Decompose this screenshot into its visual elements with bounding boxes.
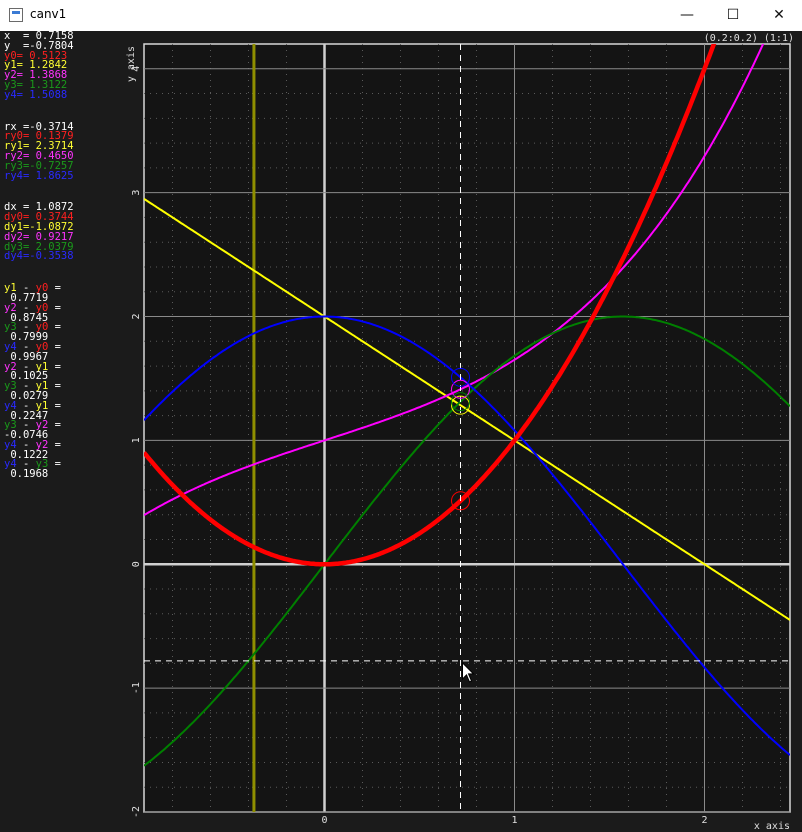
x-axis-label: x axis — [754, 821, 790, 832]
x-tick-label: 1 — [511, 815, 517, 826]
y-tick-label: 0 — [131, 561, 142, 567]
y-tick-label: 1 — [131, 437, 142, 443]
y-axis-label: y axis — [126, 46, 137, 82]
y-tick-label: -2 — [131, 806, 142, 818]
scale-label: (0.2:0.2) (1:1) — [704, 33, 794, 44]
plot-canvas[interactable]: 0 1 2-2-101234x axisy axis(0.2:0.2) (1:1) — [0, 0, 802, 832]
x-tick-label: 2 — [701, 815, 707, 826]
app-window: canv1 — ☐ ✕ x = 0.7158 y =-0.7804 y0= 0.51… — [0, 0, 802, 832]
x-tick-label: 0 — [321, 815, 327, 826]
y-tick-label: -1 — [131, 682, 142, 694]
y-tick-label: 2 — [131, 314, 142, 320]
plot-frame[interactable] — [143, 43, 791, 813]
y-tick-label: 3 — [131, 190, 142, 196]
